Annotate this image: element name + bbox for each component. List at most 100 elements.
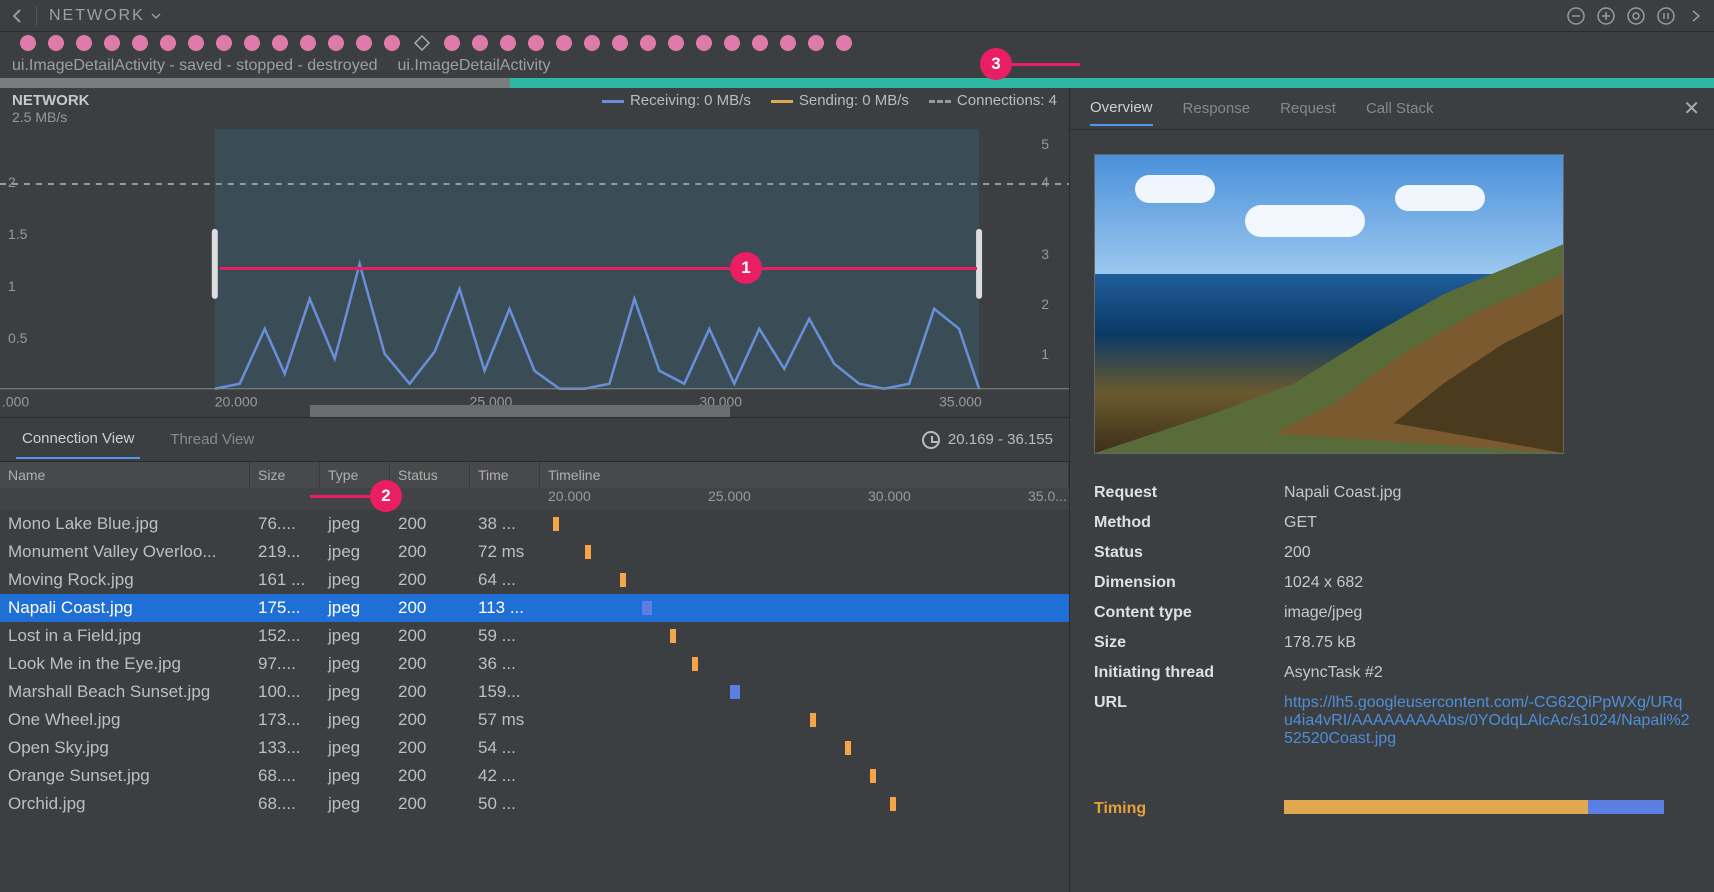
cell-status: 200 — [390, 542, 470, 562]
cell-type: jpeg — [320, 542, 390, 562]
value-url[interactable]: https://lh5.googleusercontent.com/-CG62Q… — [1284, 694, 1690, 748]
cell-size: 133... — [250, 738, 320, 758]
value-thread: AsyncTask #2 — [1284, 664, 1690, 682]
cell-type: jpeg — [320, 738, 390, 758]
time-range-label: 20.169 - 36.155 — [948, 431, 1053, 448]
lifecycle-left-label: ui.ImageDetailActivity - saved - stopped… — [12, 57, 378, 75]
left-tick: 0.5 — [8, 330, 28, 346]
table-row[interactable]: Monument Valley Overloo...219...jpeg2007… — [0, 538, 1069, 566]
cell-status: 200 — [390, 710, 470, 730]
profiler-title-label: NETWORK — [49, 7, 145, 25]
cell-name: Look Me in the Eye.jpg — [0, 654, 250, 674]
col-name[interactable]: Name — [0, 462, 250, 488]
event-dot — [528, 35, 544, 51]
x-tick: .000 — [2, 394, 29, 409]
event-dot — [752, 35, 768, 51]
x-tick: 35.000 — [939, 394, 982, 409]
event-dot — [300, 35, 316, 51]
right-tick: 4 — [1041, 174, 1049, 190]
cell-timeline — [540, 622, 1069, 650]
cell-status: 200 — [390, 682, 470, 702]
cell-size: 68.... — [250, 794, 320, 814]
table-row[interactable]: One Wheel.jpg173...jpeg20057 ms — [0, 706, 1069, 734]
event-dot — [836, 35, 852, 51]
timeline-bar — [642, 601, 652, 615]
close-details-button[interactable]: ✕ — [1683, 96, 1700, 121]
cell-time: 57 ms — [470, 710, 540, 730]
activity-bar-active — [510, 78, 1714, 88]
back-button[interactable] — [6, 4, 30, 28]
cell-time: 36 ... — [470, 654, 540, 674]
event-dot — [20, 35, 36, 51]
timeline-tick: 25.000 — [708, 488, 868, 510]
tab-thread-view[interactable]: Thread View — [164, 421, 260, 458]
table-row[interactable]: Marshall Beach Sunset.jpg100...jpeg20015… — [0, 678, 1069, 706]
label-timing: Timing — [1094, 800, 1284, 818]
zoom-in-button[interactable] — [1594, 4, 1618, 28]
table-row[interactable]: Mono Lake Blue.jpg76....jpeg20038 ... — [0, 510, 1069, 538]
pause-button[interactable] — [1654, 4, 1678, 28]
timeline-bar — [890, 797, 896, 811]
tab-overview[interactable]: Overview — [1090, 91, 1153, 126]
timeline-tick: 20.000 — [548, 488, 708, 510]
event-dot — [104, 35, 120, 51]
label-method: Method — [1094, 514, 1284, 532]
tab-callstack[interactable]: Call Stack — [1366, 92, 1434, 125]
table-row[interactable]: Moving Rock.jpg161 ...jpeg20064 ... — [0, 566, 1069, 594]
cell-status: 200 — [390, 514, 470, 534]
event-dot — [244, 35, 260, 51]
table-row[interactable]: Look Me in the Eye.jpg97....jpeg20036 ..… — [0, 650, 1069, 678]
col-size[interactable]: Size — [250, 462, 320, 488]
table-row[interactable]: Open Sky.jpg133...jpeg20054 ... — [0, 734, 1069, 762]
event-dot — [668, 35, 684, 51]
cell-time: 38 ... — [470, 514, 540, 534]
label-url: URL — [1094, 694, 1284, 748]
event-dot — [48, 35, 64, 51]
cell-size: 152... — [250, 626, 320, 646]
event-dot — [216, 35, 232, 51]
table-row[interactable]: Orchid.jpg68....jpeg20050 ... — [0, 790, 1069, 818]
col-time[interactable]: Time — [470, 462, 540, 488]
chart-title: NETWORK — [12, 92, 90, 109]
table-row[interactable]: Napali Coast.jpg175...jpeg200113 ... — [0, 594, 1069, 622]
cell-name: Mono Lake Blue.jpg — [0, 514, 250, 534]
cell-size: 175... — [250, 598, 320, 618]
timeline-bar — [553, 517, 559, 531]
tab-connection-view[interactable]: Connection View — [16, 420, 140, 459]
go-live-button[interactable] — [1684, 4, 1708, 28]
col-timeline[interactable]: Timeline — [540, 462, 1069, 488]
event-dot — [780, 35, 796, 51]
cell-timeline — [540, 678, 1069, 706]
tab-response[interactable]: Response — [1183, 92, 1251, 125]
col-status[interactable]: Status — [390, 462, 470, 488]
table-row[interactable]: Lost in a Field.jpg152...jpeg20059 ... — [0, 622, 1069, 650]
timeline-tick: 30.000 — [868, 488, 1028, 510]
cell-name: Marshall Beach Sunset.jpg — [0, 682, 250, 702]
cell-timeline — [540, 706, 1069, 734]
profiler-title[interactable]: NETWORK — [43, 7, 167, 25]
details-pane: Overview Response Request Call Stack ✕ R… — [1070, 88, 1714, 892]
table-row[interactable]: Orange Sunset.jpg68....jpeg20042 ... — [0, 762, 1069, 790]
cell-time: 42 ... — [470, 766, 540, 786]
cell-name: Orchid.jpg — [0, 794, 250, 814]
cell-status: 200 — [390, 654, 470, 674]
cell-size: 68.... — [250, 766, 320, 786]
zoom-out-button[interactable] — [1564, 4, 1588, 28]
timeline-bar — [845, 741, 851, 755]
event-dots-row — [0, 32, 1714, 54]
details-tabs: Overview Response Request Call Stack ✕ — [1070, 88, 1714, 130]
table-header: Name Size Type Status Time Timeline — [0, 462, 1069, 488]
timeline-subheader: 20.000 25.000 30.000 35.0... — [0, 488, 1069, 510]
cell-type: jpeg — [320, 710, 390, 730]
label-content-type: Content type — [1094, 604, 1284, 622]
cell-size: 100... — [250, 682, 320, 702]
value-request: Napali Coast.jpg — [1284, 484, 1690, 502]
tab-request[interactable]: Request — [1280, 92, 1336, 125]
reset-zoom-button[interactable] — [1624, 4, 1648, 28]
cell-name: Moving Rock.jpg — [0, 570, 250, 590]
chart-horizontal-scrollbar[interactable] — [310, 405, 730, 417]
cell-time: 64 ... — [470, 570, 540, 590]
cell-name: Lost in a Field.jpg — [0, 626, 250, 646]
network-chart[interactable]: NETWORK Receiving: 0 MB/s Sending: 0 MB/… — [0, 88, 1069, 418]
cell-status: 200 — [390, 626, 470, 646]
